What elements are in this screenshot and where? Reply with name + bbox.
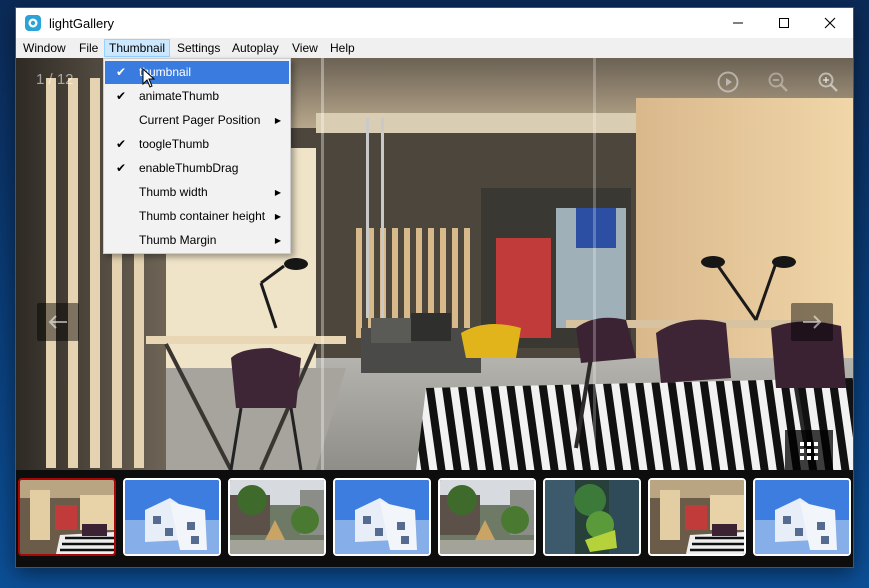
app-window: lightGallery Window File Thumbnail Setti… [16, 8, 853, 567]
menu-option-label: Thumb Margin [139, 233, 217, 247]
menu-option-enable-thumb-drag[interactable]: ✔ enableThumbDrag [105, 157, 289, 180]
garden-thumb-image [230, 480, 324, 554]
thumbnail-7[interactable] [648, 478, 746, 556]
slide-counter: 1 / 12 [36, 71, 74, 88]
minimize-button[interactable] [715, 8, 761, 38]
menu-option-animate-thumb[interactable]: ✔ animateThumb [105, 85, 289, 108]
menu-option-label: Current Pager Position [139, 113, 261, 127]
menu-option-label: toogleThumb [139, 137, 210, 151]
office-thumb-image [20, 480, 114, 554]
thumbnail-1[interactable] [18, 478, 116, 556]
thumbnail-2[interactable] [123, 478, 221, 556]
menu-option-toogle-thumb[interactable]: ✔ toogleThumb [105, 133, 289, 156]
maximize-icon [779, 18, 789, 28]
arrow-right-icon [803, 315, 822, 329]
play-circle-icon[interactable] [716, 70, 740, 94]
check-icon: ✔ [116, 161, 127, 175]
building-thumb-image [335, 480, 429, 554]
menu-bar: Window File Thumbnail Settings Autoplay … [16, 38, 853, 58]
garden-thumb-image [440, 480, 534, 554]
menu-file[interactable]: File [75, 39, 102, 57]
menu-window[interactable]: Window [19, 39, 70, 57]
mouse-cursor-icon [142, 68, 156, 88]
menu-settings[interactable]: Settings [173, 39, 224, 57]
close-icon [824, 17, 836, 29]
arrow-left-icon [48, 315, 67, 329]
menu-option-thumb-container-height[interactable]: Thumb container height ▶ [105, 205, 289, 228]
lightgallery-app-icon [25, 15, 41, 31]
thumbnail-4[interactable] [333, 478, 431, 556]
menu-view[interactable]: View [288, 39, 322, 57]
thumbnail-5[interactable] [438, 478, 536, 556]
toggle-thumbnails-button[interactable] [785, 430, 833, 470]
menu-option-thumb-margin[interactable]: Thumb Margin ▶ [105, 229, 289, 252]
check-icon: ✔ [116, 137, 127, 151]
menu-thumbnail[interactable]: Thumbnail [104, 39, 171, 57]
submenu-arrow-icon: ▶ [274, 188, 281, 197]
menu-option-current-pager-position[interactable]: Current Pager Position ▶ [105, 109, 289, 132]
menu-option-thumbnail[interactable]: ✔ thumbnail [105, 61, 289, 84]
office-thumb-image [650, 480, 744, 554]
zoom-out-icon[interactable] [766, 70, 790, 94]
menu-autoplay[interactable]: Autoplay [228, 39, 283, 57]
thumbnail-3[interactable] [228, 478, 326, 556]
thumbnail-strip [16, 470, 853, 567]
menu-option-label: animateThumb [139, 89, 220, 103]
maximize-button[interactable] [761, 8, 807, 38]
thumbnail-menu-dropdown: ✔ thumbnail ✔ animateThumb Current Pager… [103, 58, 291, 254]
thumbnail-grid-icon [800, 442, 818, 460]
window-title: lightGallery [49, 16, 115, 31]
menu-option-thumb-width[interactable]: Thumb width ▶ [105, 181, 289, 204]
menu-option-label: Thumb width [139, 185, 208, 199]
submenu-arrow-icon: ▶ [274, 236, 281, 245]
menu-option-label: Thumb container height [139, 209, 266, 223]
zoom-in-icon[interactable] [816, 70, 840, 94]
menu-help[interactable]: Help [326, 39, 359, 57]
next-button[interactable] [791, 303, 833, 341]
building-thumb-image [755, 480, 849, 554]
thumbnail-6[interactable] [543, 478, 641, 556]
check-icon: ✔ [116, 89, 127, 103]
prev-button[interactable] [37, 303, 79, 341]
building-thumb-image [125, 480, 219, 554]
check-icon: ✔ [116, 65, 127, 79]
minimize-icon [733, 22, 743, 24]
menu-option-label: enableThumbDrag [139, 161, 239, 175]
close-button[interactable] [807, 8, 853, 38]
submenu-arrow-icon: ▶ [274, 116, 281, 125]
aerial-thumb-image [545, 480, 639, 554]
submenu-arrow-icon: ▶ [274, 212, 281, 221]
title-bar[interactable]: lightGallery [16, 8, 853, 38]
thumbnail-8[interactable] [753, 478, 851, 556]
